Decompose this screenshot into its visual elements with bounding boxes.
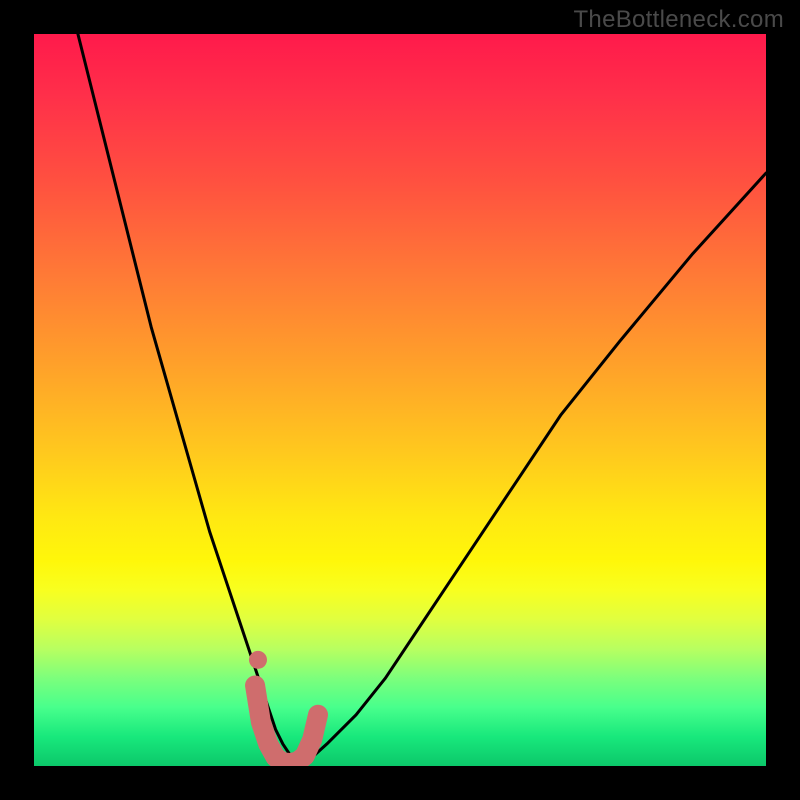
plot-background xyxy=(34,34,766,766)
chart-frame: TheBottleneck.com xyxy=(0,0,800,800)
watermark-text: TheBottleneck.com xyxy=(573,6,784,34)
